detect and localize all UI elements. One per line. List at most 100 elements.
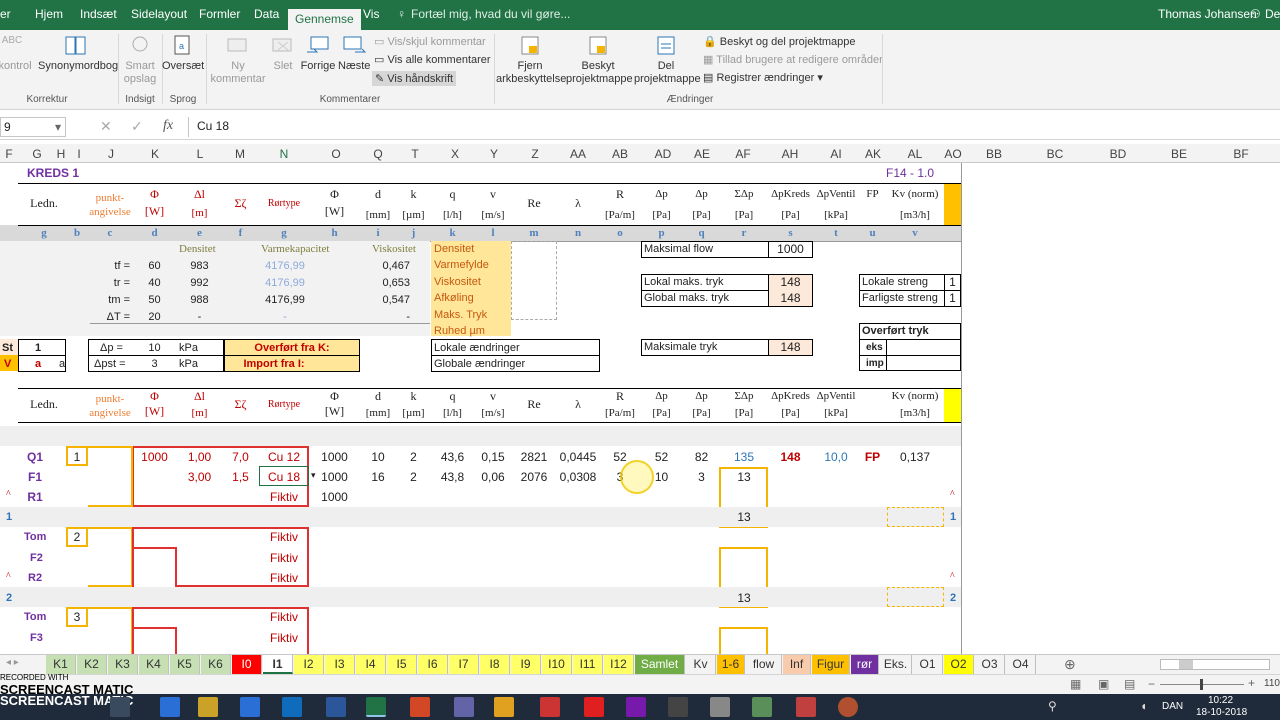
sheet-tab-i9[interactable]: I9 — [511, 655, 541, 674]
column-header-l[interactable]: L — [190, 147, 210, 161]
table-cell[interactable]: 7,0 — [223, 450, 258, 464]
del-projektmappe-button[interactable]: Del projektmappe — [634, 34, 701, 86]
oversaet-button[interactable]: a Oversæt — [162, 34, 204, 73]
word-icon[interactable] — [326, 697, 346, 717]
normal-view-icon[interactable]: ▦ — [1070, 677, 1081, 691]
column-header-ak[interactable]: AK — [863, 147, 883, 161]
registrer-aendringer[interactable]: ▤ Registrer ændringer ▾ — [703, 71, 823, 84]
tab-hjem[interactable]: Hjem — [35, 7, 63, 21]
zoom-out-icon[interactable]: − — [1148, 677, 1155, 691]
sheet-tab-i6[interactable]: I6 — [418, 655, 448, 674]
table-cell[interactable]: 16 — [360, 470, 396, 484]
column-header-h[interactable]: H — [56, 147, 66, 161]
tillad-brugere[interactable]: ▦ Tillad brugere at redigere områder — [703, 53, 883, 66]
tab-gennemse[interactable]: Gennemse — [288, 9, 361, 30]
table-cell[interactable]: 1 — [66, 450, 88, 464]
app-icon-2[interactable] — [494, 697, 514, 717]
sheet-tab-1-6[interactable]: 1-6 — [717, 655, 745, 674]
column-header-ah[interactable]: AH — [778, 147, 802, 161]
fjern-arkbeskyttelse-button[interactable]: Fjern arkbeskyttelse — [496, 34, 566, 86]
table-cell[interactable]: 1000 — [310, 490, 359, 504]
table-cell[interactable]: Cu 12 — [259, 450, 309, 464]
sheet-tab-flow[interactable]: flow — [746, 655, 782, 674]
scroll-tabs-icon[interactable]: ◂ ▸ — [6, 657, 19, 668]
mail-icon[interactable] — [240, 697, 260, 717]
table-cell[interactable]: 2 — [397, 470, 430, 484]
table-cell[interactable]: 52 — [641, 450, 682, 464]
column-header-o[interactable]: O — [326, 147, 346, 161]
column-header-j[interactable]: J — [101, 147, 121, 161]
table-cell[interactable]: 10 — [360, 450, 396, 464]
language-indicator[interactable]: DAN — [1162, 701, 1183, 712]
naeste-button[interactable]: Næste — [338, 34, 370, 73]
screencast-icon[interactable] — [838, 697, 858, 717]
table-cell[interactable]: 0,15 — [475, 450, 511, 464]
insert-function-icon[interactable]: fx — [163, 118, 173, 134]
sheet-tab-k3[interactable]: K3 — [108, 655, 138, 674]
table-cell[interactable]: 1000 — [133, 450, 176, 464]
table-cell[interactable]: Cu 18 — [259, 470, 309, 484]
app-icon-6[interactable] — [752, 697, 772, 717]
table-cell[interactable]: 2076 — [512, 470, 556, 484]
column-header-aa[interactable]: AA — [566, 147, 590, 161]
chevron-down-icon[interactable]: ▾ — [55, 120, 61, 134]
sheet-tab-i0[interactable]: I0 — [232, 655, 262, 674]
table-cell[interactable]: 0,137 — [887, 450, 943, 464]
synonymordbog-button[interactable]: Synonymordbog — [38, 34, 118, 73]
sheet-tab-figur[interactable]: Figur — [812, 655, 850, 674]
sheet-tab-samlet[interactable]: Samlet — [635, 655, 685, 674]
table-cell[interactable]: 135 — [721, 450, 767, 464]
table-cell[interactable]: 3 — [683, 470, 720, 484]
sheet-tab-i8[interactable]: I8 — [480, 655, 510, 674]
zoom-level[interactable]: 110 — [1264, 678, 1280, 689]
table-cell[interactable]: R1 — [20, 490, 50, 504]
table-cell[interactable]: 1000 — [310, 450, 359, 464]
column-header-bc[interactable]: BC — [1044, 147, 1066, 161]
sheet-tab-k2[interactable]: K2 — [77, 655, 107, 674]
column-header-ae[interactable]: AE — [690, 147, 714, 161]
tab-sidelayout[interactable]: Sidelayout — [131, 7, 187, 21]
table-cell[interactable]: F1 — [20, 470, 50, 484]
pdf-icon[interactable] — [584, 697, 604, 717]
column-header-ad[interactable]: AD — [651, 147, 675, 161]
sheet-tab-i7[interactable]: I7 — [449, 655, 479, 674]
share-button[interactable]: Del — [1265, 7, 1280, 21]
ny-kommentar-button[interactable]: Ny kommentar — [210, 34, 266, 86]
sheet-tab-i12[interactable]: I12 — [604, 655, 634, 674]
sheet-tab-o2[interactable]: O2 — [944, 655, 974, 674]
vis-haandskrift[interactable]: ✎ Vis håndskrift — [372, 71, 457, 86]
table-cell[interactable]: 2 — [397, 450, 430, 464]
app-icon-7[interactable] — [796, 697, 816, 717]
column-header-bb[interactable]: BB — [984, 147, 1004, 161]
table-cell[interactable]: 1,5 — [223, 470, 258, 484]
column-header-g[interactable]: G — [28, 147, 46, 161]
tab-vis[interactable]: Vis — [363, 7, 379, 21]
zoom-in-icon[interactable]: + — [1248, 676, 1255, 690]
table-cell[interactable]: 10,0 — [814, 450, 858, 464]
enter-icon[interactable]: ✓ — [131, 118, 143, 135]
share-icon[interactable]: ⚇ — [1250, 7, 1261, 21]
vis-alle-kommentarer[interactable]: ▭ Vis alle kommentarer — [374, 53, 491, 66]
column-header-k[interactable]: K — [145, 147, 165, 161]
column-header-i[interactable]: I — [74, 147, 84, 161]
column-header-af[interactable]: AF — [733, 147, 753, 161]
table-cell[interactable]: 0,06 — [475, 470, 511, 484]
column-header-f[interactable]: F — [0, 147, 18, 161]
table-cell[interactable]: Q1 — [20, 450, 50, 464]
sheet-tab-i2[interactable]: I2 — [294, 655, 324, 674]
app-icon-1[interactable] — [454, 697, 474, 717]
sheet-tab-o1[interactable]: O1 — [913, 655, 943, 674]
task-view-icon[interactable] — [110, 697, 130, 717]
beskyt-og-del[interactable]: 🔒 Beskyt og del projektmappe — [703, 35, 856, 48]
page-layout-icon[interactable]: ▣ — [1098, 677, 1109, 691]
add-sheet-icon[interactable]: ⊕ — [1064, 656, 1076, 673]
excel-icon[interactable] — [366, 697, 386, 717]
column-header-t[interactable]: T — [405, 147, 425, 161]
vis-skjul-kommentar[interactable]: ▭ Vis/skjul kommentar — [374, 35, 486, 48]
table-cell[interactable]: FP — [859, 450, 886, 464]
table-cell[interactable]: Fiktiv — [259, 490, 309, 504]
worksheet-grid[interactable]: KREDS 1 F14 - 1.0 Ledn. punkt- angivelse… — [0, 163, 1280, 654]
column-header-al[interactable]: AL — [905, 147, 925, 161]
sheet-tab-kv[interactable]: Kv — [686, 655, 716, 674]
people-icon[interactable]: ⚲ — [1048, 699, 1057, 713]
